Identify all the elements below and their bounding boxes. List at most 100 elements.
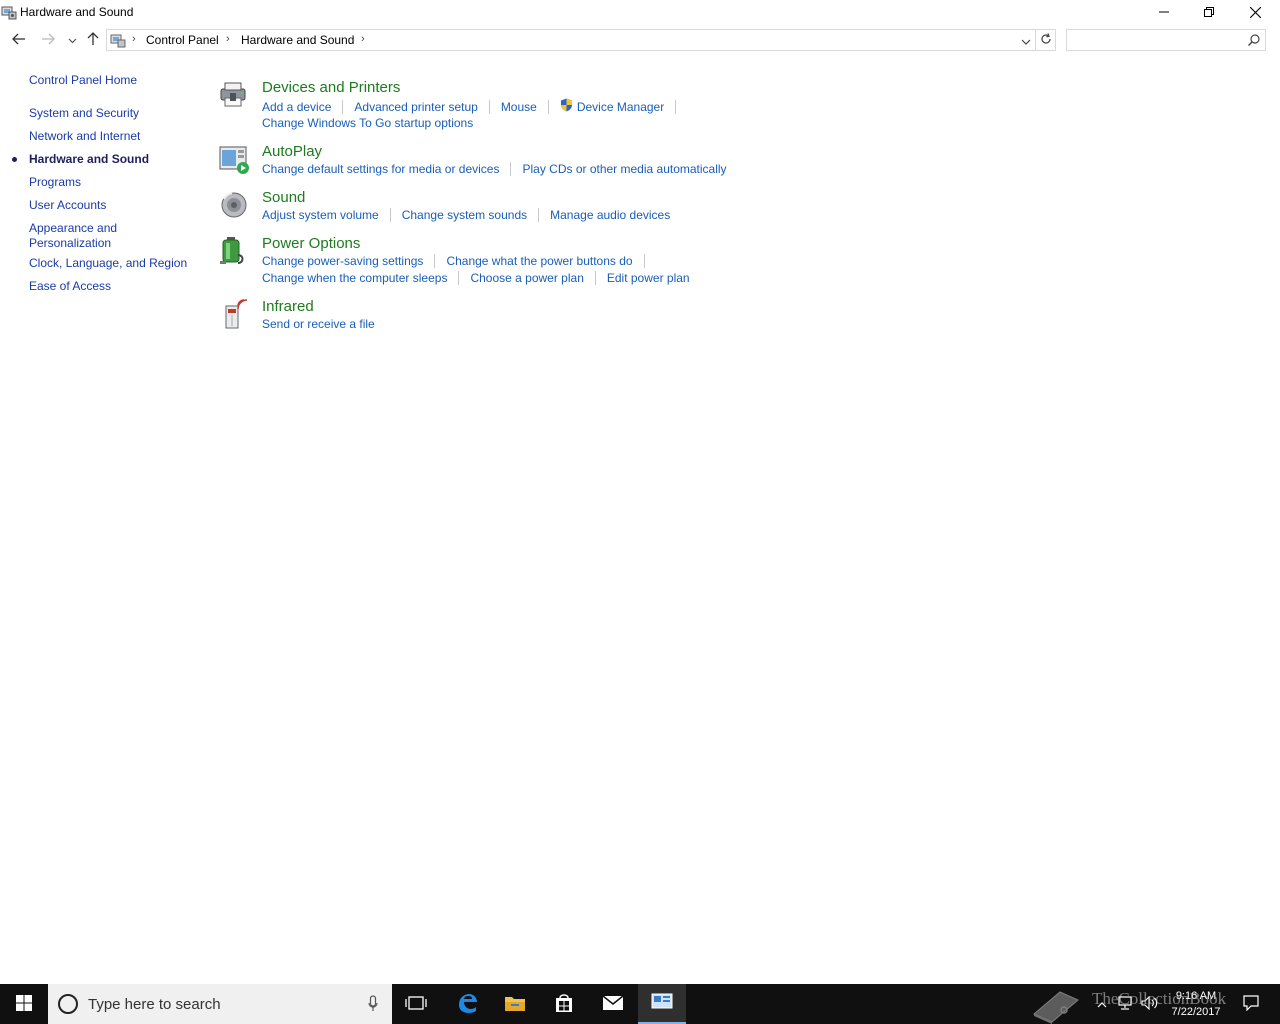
title-bar: Hardware and Sound [0,0,1280,24]
store-icon [554,993,574,1016]
uac-shield-icon [560,98,573,115]
task-row: Change power-saving settings Change what… [262,254,656,268]
taskbar-control-panel[interactable] [638,984,686,1024]
window-title: Hardware and Sound [20,5,134,19]
separator [434,254,436,268]
nav-system-and-security[interactable]: System and Security [29,106,139,121]
nav-programs[interactable]: Programs [29,175,81,190]
separator [594,271,596,285]
taskbar-mail[interactable] [589,984,637,1024]
printer-icon [218,79,250,111]
current-item-bullet [12,157,17,162]
link-device-manager[interactable]: Device Manager [577,100,664,114]
category-title-sound[interactable]: Sound [262,189,305,206]
battery-icon [218,235,250,267]
nav-appearance-line1[interactable]: Appearance and [29,221,117,236]
breadcrumb-hardware-and-sound[interactable]: Hardware and Sound [241,33,354,47]
watermark: TheCollectionBook [1030,986,1280,1024]
link-computer-sleeps[interactable]: Change when the computer sleeps [262,271,447,285]
nav-clock-language-region[interactable]: Clock, Language, and Region [29,256,187,271]
task-row: Adjust system volume Change system sound… [262,208,670,222]
nav-network-and-internet[interactable]: Network and Internet [29,129,140,144]
category-title-autoplay[interactable]: AutoPlay [262,143,322,160]
chevron-down-icon [68,33,77,47]
separator [643,254,645,268]
link-mouse[interactable]: Mouse [501,100,537,114]
taskbar-search-box[interactable]: Type here to search [48,984,392,1024]
link-play-cds-automatically[interactable]: Play CDs or other media automatically [522,162,726,176]
separator [458,271,460,285]
control-panel-icon [1,4,17,20]
link-change-power-saving[interactable]: Change power-saving settings [262,254,423,268]
separator [547,99,549,114]
address-dropdown-icon[interactable] [1021,35,1031,49]
separator [510,162,512,176]
breadcrumb-chevron-icon[interactable]: › [132,33,136,45]
refresh-button[interactable] [1036,29,1056,51]
minimize-button[interactable] [1141,0,1187,24]
taskbar-store[interactable] [540,984,588,1024]
restore-icon [1204,7,1214,17]
taskbar-edge[interactable] [443,984,491,1024]
link-change-default-media-settings[interactable]: Change default settings for media or dev… [262,162,499,176]
address-bar[interactable]: › Control Panel › Hardware and Sound › [106,29,1036,51]
link-manage-audio-devices[interactable]: Manage audio devices [550,208,670,222]
link-advanced-printer-setup[interactable]: Advanced printer setup [354,100,477,114]
up-arrow-icon [87,31,99,49]
search-input[interactable] [1071,32,1241,48]
category-title-devices-and-printers[interactable]: Devices and Printers [262,79,400,96]
nav-user-accounts[interactable]: User Accounts [29,198,106,213]
speaker-icon [218,189,250,221]
back-arrow-icon [12,33,26,48]
nav-ease-of-access[interactable]: Ease of Access [29,279,111,294]
close-icon [1249,6,1261,18]
link-adjust-system-volume[interactable]: Adjust system volume [262,208,379,222]
start-button[interactable] [0,984,48,1024]
separator [342,99,344,114]
task-view-button[interactable] [392,984,440,1024]
cortana-icon [58,994,78,1014]
minimize-icon [1159,7,1169,17]
link-add-a-device[interactable]: Add a device [262,100,331,114]
link-choose-power-plan[interactable]: Choose a power plan [470,271,583,285]
microphone-icon[interactable] [368,995,378,1016]
task-row: Change Windows To Go startup options [262,116,473,130]
watermark-text: TheCollectionBook [1092,989,1227,1008]
forward-button[interactable] [38,30,58,50]
control-panel-icon [651,993,673,1014]
breadcrumb-control-panel[interactable]: Control Panel [146,33,219,47]
search-box[interactable] [1066,29,1266,51]
edge-icon [456,992,478,1017]
link-change-system-sounds[interactable]: Change system sounds [402,208,527,222]
task-row: Change when the computer sleeps Choose a… [262,271,690,285]
link-power-buttons[interactable]: Change what the power buttons do [446,254,632,268]
forward-arrow-icon [41,33,55,48]
back-button[interactable] [9,30,29,50]
mail-icon [602,994,624,1014]
link-edit-power-plan[interactable]: Edit power plan [607,271,690,285]
breadcrumb-chevron-icon[interactable]: › [361,33,365,45]
windows-logo-icon [16,994,32,1014]
task-row: Change default settings for media or dev… [262,162,727,176]
taskbar-search-placeholder: Type here to search [88,996,221,1013]
nav-control-panel-home[interactable]: Control Panel Home [29,73,137,88]
task-row: Send or receive a file [262,317,375,331]
nav-appearance-line2[interactable]: Personalization [29,236,111,251]
separator [488,99,490,114]
taskbar-file-explorer[interactable] [491,984,539,1024]
folder-icon [504,994,526,1015]
link-send-receive-file[interactable]: Send or receive a file [262,317,375,331]
category-title-power-options[interactable]: Power Options [262,235,360,252]
link-windows-to-go[interactable]: Change Windows To Go startup options [262,116,473,130]
task-row: Add a device Advanced printer setup Mous… [262,98,687,115]
search-icon[interactable] [1248,34,1260,49]
close-button[interactable] [1232,0,1278,24]
up-button[interactable] [83,30,103,50]
task-view-icon [405,995,427,1014]
separator [389,208,391,222]
recent-locations-button[interactable] [62,30,82,50]
category-title-infrared[interactable]: Infrared [262,298,314,315]
breadcrumb-chevron-icon[interactable]: › [226,33,230,45]
restore-button[interactable] [1186,0,1232,24]
separator [675,99,677,114]
